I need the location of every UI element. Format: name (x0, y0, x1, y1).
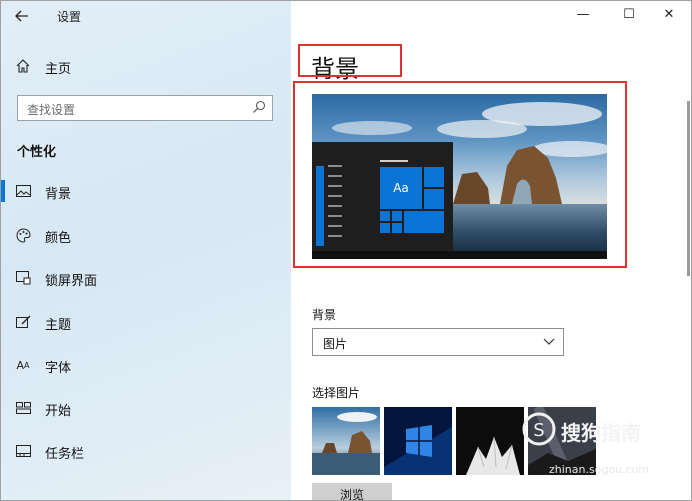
background-label: 背景 (312, 308, 337, 322)
lock-screen-icon (15, 270, 31, 286)
home-icon (15, 58, 31, 74)
dropdown-value: 图片 (323, 337, 348, 351)
font-icon: AA (16, 358, 30, 372)
sidebar-item-label: 任务栏 (45, 447, 85, 462)
thumb-crystal-image (456, 407, 524, 475)
start-icon (15, 400, 31, 416)
sidebar: 设置 主页 查找设置 个性化 背景 颜色 锁屏界面 主题 A A 字体 开始 任… (1, 1, 291, 500)
search-placeholder: 查找设置 (27, 103, 76, 117)
svg-text:S: S (533, 420, 544, 441)
sidebar-item-label: 锁屏界面 (45, 274, 98, 289)
sidebar-item-label: 主题 (45, 318, 72, 333)
active-indicator (1, 180, 5, 202)
image-icon (15, 183, 31, 199)
sidebar-item-label: 字体 (45, 361, 72, 376)
sidebar-item-start[interactable]: 开始 (1, 393, 291, 423)
sidebar-item-themes[interactable]: 主题 (1, 307, 291, 337)
picture-thumb-beach[interactable] (312, 407, 380, 475)
section-title: 个性化 (17, 145, 57, 160)
annotation-box-preview (293, 81, 627, 268)
sidebar-item-label: 开始 (45, 404, 72, 419)
sidebar-item-home[interactable]: 主页 (1, 51, 291, 81)
scrollbar[interactable] (687, 101, 690, 276)
minimize-button[interactable]: — (567, 5, 599, 25)
search-icon[interactable] (252, 100, 266, 114)
sidebar-item-label: 颜色 (45, 231, 72, 246)
annotation-box-title (298, 44, 402, 77)
theme-icon (15, 314, 31, 330)
main-panel: — ☐ ✕ 背景 Aa 背景 图片 选择图片 浏览 S 搜狗指南 zhinan.… (291, 1, 691, 500)
watermark-url: zhinan.sogou.com (549, 463, 650, 476)
close-button[interactable]: ✕ (653, 5, 685, 25)
thumb-beach-image (312, 407, 380, 475)
sidebar-item-taskbar[interactable]: 任务栏 (1, 436, 291, 466)
back-button[interactable] (11, 6, 33, 26)
palette-icon (15, 227, 31, 243)
sogou-logo-icon: S (522, 412, 556, 446)
choose-picture-label: 选择图片 (312, 386, 361, 400)
chevron-down-icon (543, 338, 555, 345)
titlebar-left: 设置 (1, 1, 291, 31)
watermark-text: 搜狗指南 (561, 421, 641, 445)
sidebar-item-background[interactable]: 背景 (1, 176, 291, 206)
settings-window: 设置 主页 查找设置 个性化 背景 颜色 锁屏界面 主题 A A 字体 开始 任… (0, 0, 692, 501)
thumb-windows-image (384, 407, 452, 475)
arrow-left-icon (15, 10, 28, 22)
search-input[interactable]: 查找设置 (17, 95, 273, 121)
maximize-button[interactable]: ☐ (613, 5, 645, 25)
picture-thumb-windows[interactable] (384, 407, 452, 475)
browse-button[interactable]: 浏览 (312, 483, 392, 500)
picture-thumb-crystal[interactable] (456, 407, 524, 475)
app-title: 设置 (57, 10, 82, 24)
background-type-dropdown[interactable]: 图片 (312, 328, 564, 356)
sidebar-item-colors[interactable]: 颜色 (1, 220, 291, 250)
taskbar-icon (15, 443, 31, 459)
sogou-watermark: S 搜狗指南 (521, 411, 691, 451)
sidebar-item-lock-screen[interactable]: 锁屏界面 (1, 263, 291, 293)
sidebar-item-label: 主页 (45, 62, 72, 77)
sidebar-item-fonts[interactable]: AA 字体 (1, 350, 291, 380)
sidebar-item-label: 背景 (45, 187, 72, 202)
